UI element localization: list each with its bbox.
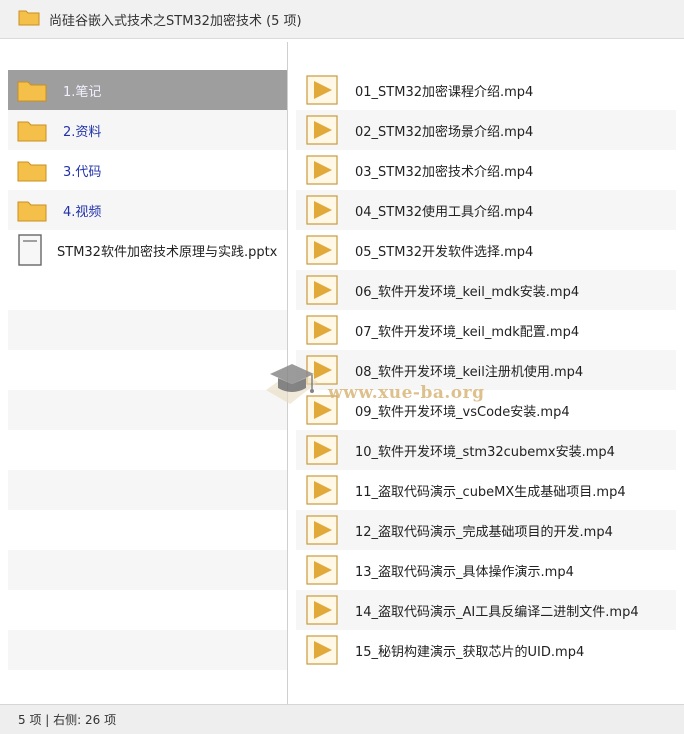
video-item[interactable]: 07_软件开发环境_keil_mdk配置.mp4 — [296, 310, 676, 350]
video-item-label: 07_软件开发环境_keil_mdk配置.mp4 — [355, 324, 580, 340]
empty-row — [8, 470, 287, 510]
video-item-label: 12_盗取代码演示_完成基础项目的开发.mp4 — [355, 524, 613, 540]
empty-row — [8, 550, 287, 590]
video-file-icon — [306, 515, 338, 545]
video-item-label: 09_软件开发环境_vsCode安装.mp4 — [355, 404, 570, 420]
video-file-icon — [306, 235, 338, 265]
folder-icon — [17, 161, 47, 182]
video-item-label: 04_STM32使用工具介绍.mp4 — [355, 204, 534, 220]
empty-row — [8, 310, 287, 350]
window-title: 尚硅谷嵌入式技术之STM32加密技术 (5 项) — [49, 13, 302, 29]
left-item-label: 1.笔记 — [63, 84, 102, 100]
video-file-icon — [306, 75, 338, 105]
document-icon — [18, 234, 42, 266]
video-file-icon — [306, 195, 338, 225]
video-item-label: 15_秘钥构建演示_获取芯片的UID.mp4 — [355, 644, 585, 660]
left-pane[interactable]: 1.笔记 2.资料 3.代码 4.视频 STM32软件加密技术原理与实践.ppt… — [0, 42, 287, 704]
video-file-icon — [306, 315, 338, 345]
file-browser-window: 尚硅谷嵌入式技术之STM32加密技术 (5 项) 1.笔记 2.资料 3.代码 — [0, 0, 684, 734]
video-item[interactable]: 12_盗取代码演示_完成基础项目的开发.mp4 — [296, 510, 676, 550]
video-item[interactable]: 02_STM32加密场景介绍.mp4 — [296, 110, 676, 150]
video-file-icon — [306, 115, 338, 145]
video-item-label: 01_STM32加密课程介绍.mp4 — [355, 84, 534, 100]
video-item-label: 06_软件开发环境_keil_mdk安装.mp4 — [355, 284, 580, 300]
video-item[interactable]: 06_软件开发环境_keil_mdk安装.mp4 — [296, 270, 676, 310]
video-item-label: 14_盗取代码演示_AI工具反编译二进制文件.mp4 — [355, 604, 639, 620]
left-item-label: 4.视频 — [63, 204, 102, 220]
status-bar: 5 项 | 右侧: 26 项 — [0, 704, 684, 734]
folder-icon — [18, 8, 40, 30]
empty-row — [8, 390, 287, 430]
video-item-label: 13_盗取代码演示_具体操作演示.mp4 — [355, 564, 574, 580]
left-item-notes[interactable]: 1.笔记 — [8, 70, 287, 110]
video-file-icon — [306, 595, 338, 625]
video-file-icon — [306, 275, 338, 305]
right-pane[interactable]: 01_STM32加密课程介绍.mp4 02_STM32加密场景介绍.mp4 03… — [288, 42, 684, 704]
folder-icon — [17, 121, 47, 142]
video-item-label: 10_软件开发环境_stm32cubemx安装.mp4 — [355, 444, 615, 460]
video-item[interactable]: 14_盗取代码演示_AI工具反编译二进制文件.mp4 — [296, 590, 676, 630]
video-item[interactable]: 10_软件开发环境_stm32cubemx安装.mp4 — [296, 430, 676, 470]
left-item-videos[interactable]: 4.视频 — [8, 190, 287, 230]
video-item-label: 05_STM32开发软件选择.mp4 — [355, 244, 534, 260]
folder-icon — [17, 201, 47, 222]
video-item[interactable]: 13_盗取代码演示_具体操作演示.mp4 — [296, 550, 676, 590]
video-file-icon — [306, 555, 338, 585]
left-item-label: 2.资料 — [63, 124, 102, 140]
video-item[interactable]: 11_盗取代码演示_cubeMX生成基础项目.mp4 — [296, 470, 676, 510]
video-item-label: 11_盗取代码演示_cubeMX生成基础项目.mp4 — [355, 484, 626, 500]
left-item-pptx[interactable]: STM32软件加密技术原理与实践.pptx — [8, 230, 287, 270]
video-item[interactable]: 04_STM32使用工具介绍.mp4 — [296, 190, 676, 230]
video-file-icon — [306, 435, 338, 465]
video-item-label: 03_STM32加密技术介绍.mp4 — [355, 164, 534, 180]
status-text: 5 项 | 右侧: 26 项 — [18, 713, 117, 727]
video-item-label: 02_STM32加密场景介绍.mp4 — [355, 124, 534, 140]
video-item-label: 08_软件开发环境_keil注册机使用.mp4 — [355, 364, 584, 380]
video-file-icon — [306, 355, 338, 385]
video-item[interactable]: 15_秘钥构建演示_获取芯片的UID.mp4 — [296, 630, 676, 670]
video-file-icon — [306, 635, 338, 665]
video-item[interactable]: 01_STM32加密课程介绍.mp4 — [296, 70, 676, 110]
folder-icon — [17, 81, 47, 102]
video-item[interactable]: 09_软件开发环境_vsCode安装.mp4 — [296, 390, 676, 430]
left-item-code[interactable]: 3.代码 — [8, 150, 287, 190]
empty-row — [8, 630, 287, 670]
video-file-icon — [306, 475, 338, 505]
video-item[interactable]: 08_软件开发环境_keil注册机使用.mp4 — [296, 350, 676, 390]
left-item-label: STM32软件加密技术原理与实践.pptx — [57, 244, 278, 260]
left-item-label: 3.代码 — [63, 164, 102, 180]
video-item[interactable]: 05_STM32开发软件选择.mp4 — [296, 230, 676, 270]
title-bar: 尚硅谷嵌入式技术之STM32加密技术 (5 项) — [0, 0, 684, 39]
video-file-icon — [306, 155, 338, 185]
video-file-icon — [306, 395, 338, 425]
video-item[interactable]: 03_STM32加密技术介绍.mp4 — [296, 150, 676, 190]
left-item-materials[interactable]: 2.资料 — [8, 110, 287, 150]
